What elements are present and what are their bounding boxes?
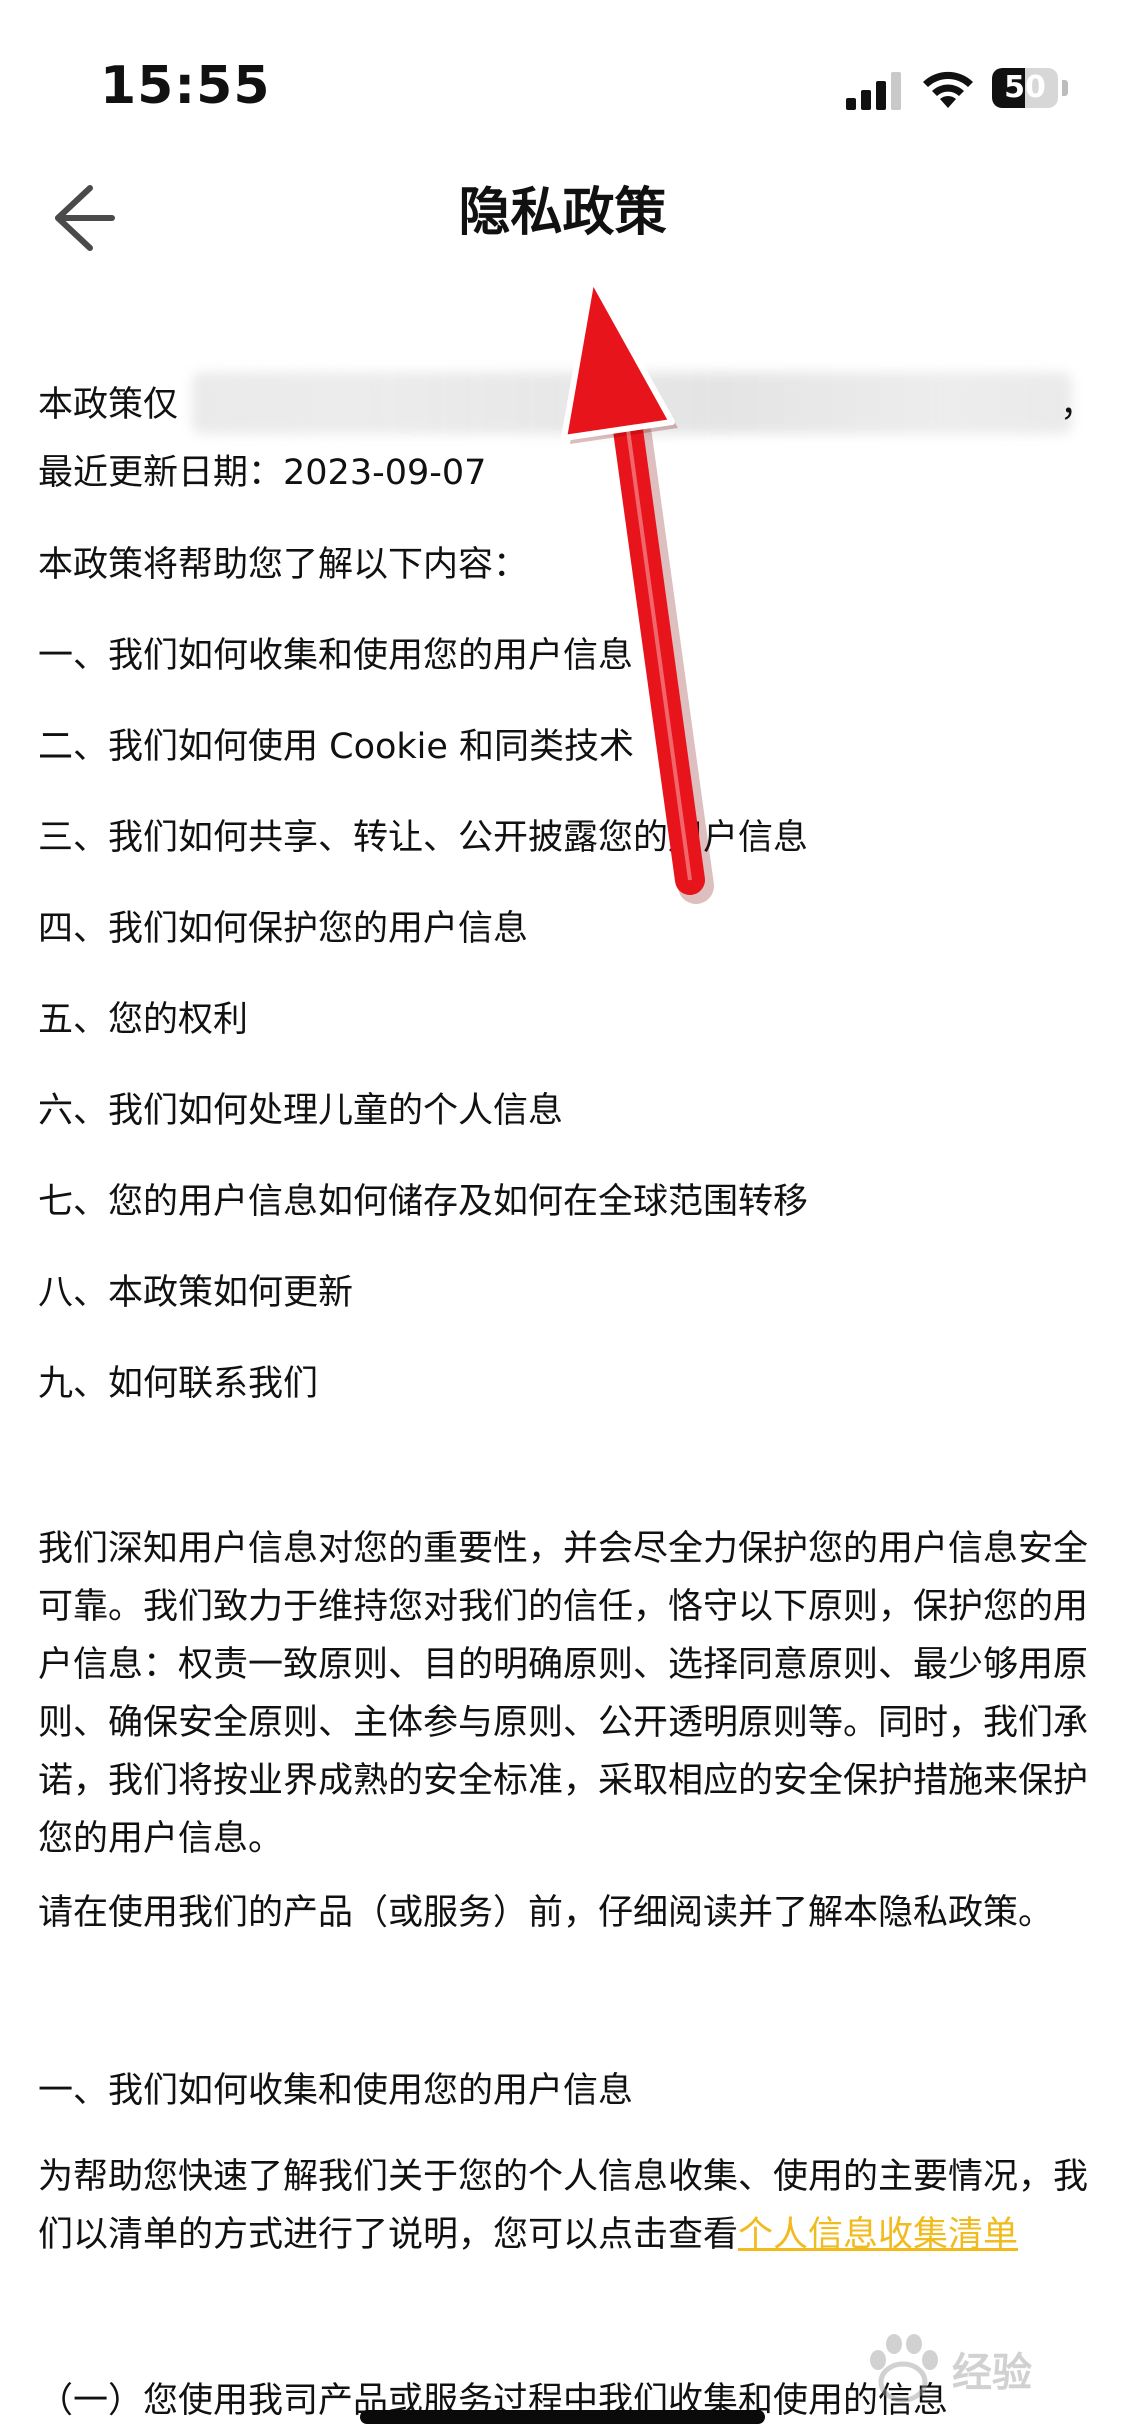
home-indicator[interactable] [360,2410,765,2424]
policy-scope-comma: ， [1060,385,1096,425]
toc-item[interactable]: 六、我们如何处理儿童的个人信息 [38,1082,563,1133]
toc-item[interactable]: 八、本政策如何更新 [38,1264,353,1315]
annotation-arrow-icon [561,275,714,904]
info-collection-list-link[interactable]: 个人信息收集清单 [738,2215,1018,2255]
section1-paragraph: 为帮助您快速了解我们关于您的个人信息收集、使用的主要情况，我们以清单的方式进行了… [38,2148,1088,2264]
status-time: 15:55 [100,56,271,116]
principles-paragraph: 我们深知用户信息对您的重要性，并会尽全力保护您的用户信息安全可靠。我们致力于维持… [38,1529,1089,1859]
page-title: 隐私政策 [458,183,667,243]
toc-item[interactable]: 五、您的权利 [38,991,248,1042]
wifi-icon [923,71,973,108]
section-heading: 一、我们如何收集和使用您的用户信息 [38,2071,634,2111]
updated-date-line: 最近更新日期：2023-09-07 [38,444,486,495]
updated-date-label: 最近更新日期： [38,453,284,493]
battery-level-text: 50 [1004,70,1046,105]
battery-icon: 50 [992,68,1070,108]
read-notice-paragraph: 请在使用我们的产品（或服务）前，仔细阅读并了解本隐私政策。 [38,1893,1054,1933]
baidu-paw-icon [870,2334,938,2403]
cellular-signal-icon [846,72,901,110]
baidu-watermark: 经验 [860,2330,1110,2410]
policy-scope-prefix: 本政策仅 [38,385,179,425]
help-intro-line: 本政策将帮助您了解以下内容： [38,545,529,585]
toc-item[interactable]: 四、我们如何保护您的用户信息 [38,900,528,951]
toc-item[interactable]: 七、您的用户信息如何储存及如何在全球范围转移 [38,1173,808,1224]
watermark-text: 经验 [952,2350,1032,2396]
updated-date-value: 2023-09-07 [283,453,487,493]
toc-item[interactable]: 九、如何联系我们 [38,1355,318,1406]
